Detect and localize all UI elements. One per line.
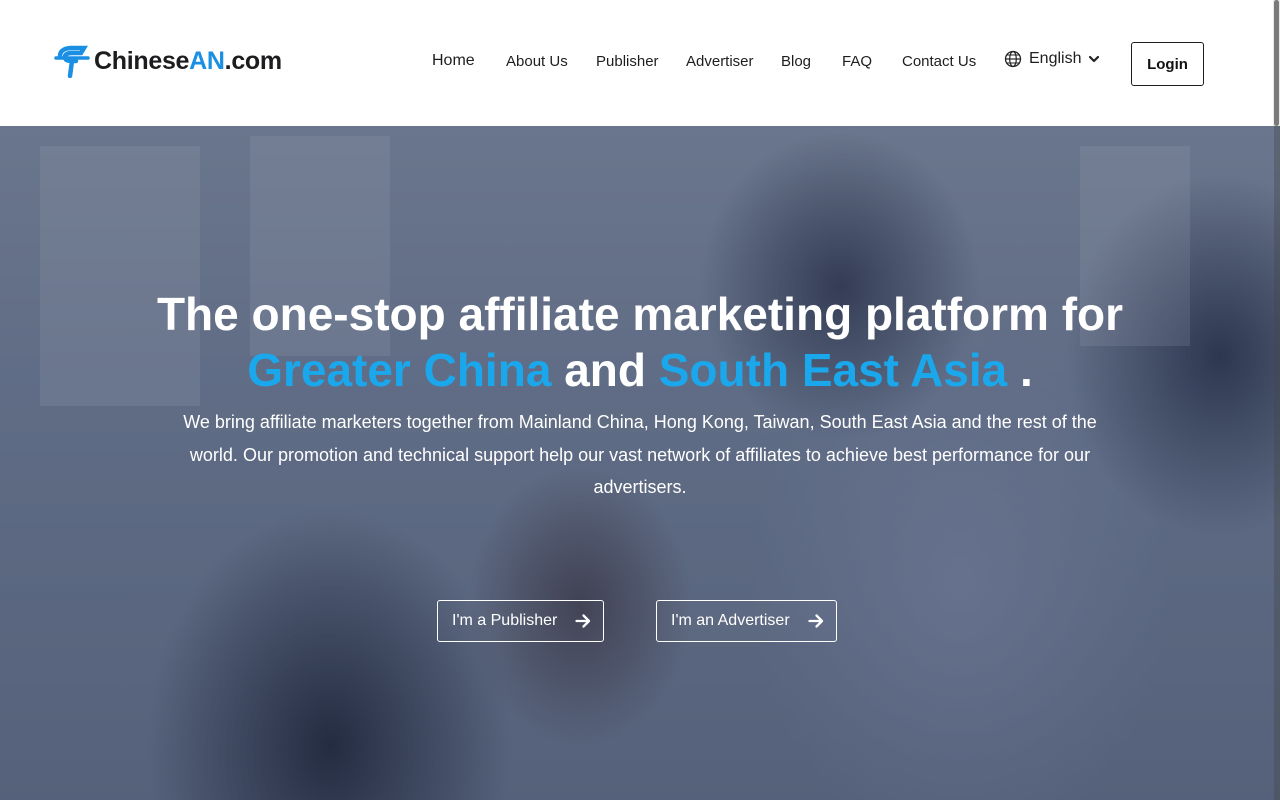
hero-title: The one-stop affiliate marketing platfor… <box>0 286 1280 398</box>
publisher-cta-button[interactable]: I'm a Publisher <box>437 600 604 642</box>
scrollbar-thumb[interactable] <box>1274 0 1279 126</box>
site-header: ChineseAN.com Home About Us Publisher Ad… <box>0 0 1280 126</box>
language-label: English <box>1029 50 1082 67</box>
hero-subtitle: We bring affiliate marketers together fr… <box>183 412 1097 497</box>
arrow-right-icon <box>808 614 824 628</box>
hero-scroll-track <box>1274 126 1280 800</box>
nav-item-publisher[interactable]: Publisher <box>596 53 659 70</box>
hero-title-highlight-south-east-asia: South East Asia <box>658 344 1008 396</box>
advertiser-cta-label: I'm an Advertiser <box>671 612 790 629</box>
advertiser-cta-button[interactable]: I'm an Advertiser <box>656 600 837 642</box>
hero-title-and: and <box>564 344 646 396</box>
nav-item-home[interactable]: Home <box>432 52 475 70</box>
nav-item-about-us[interactable]: About Us <box>506 53 568 70</box>
nav-item-advertiser[interactable]: Advertiser <box>686 53 754 70</box>
main-nav: Home About Us Publisher Advertiser Blog … <box>0 0 1280 126</box>
arrow-right-icon <box>575 614 591 628</box>
hero-title-period: . <box>1020 344 1033 396</box>
nav-item-faq[interactable]: FAQ <box>842 53 872 70</box>
hero-title-highlight-greater-china: Greater China <box>247 344 552 396</box>
scrollbar[interactable] <box>1273 0 1280 126</box>
nav-item-contact-us[interactable]: Contact Us <box>902 53 976 70</box>
hero-title-line1: The one-stop affiliate marketing platfor… <box>156 288 1124 340</box>
nav-item-blog[interactable]: Blog <box>781 53 811 70</box>
language-selector[interactable]: English <box>1004 50 1100 68</box>
publisher-cta-label: I'm a Publisher <box>452 612 558 629</box>
chevron-down-icon <box>1089 55 1100 63</box>
globe-icon <box>1004 50 1022 68</box>
login-button[interactable]: Login <box>1131 42 1204 86</box>
